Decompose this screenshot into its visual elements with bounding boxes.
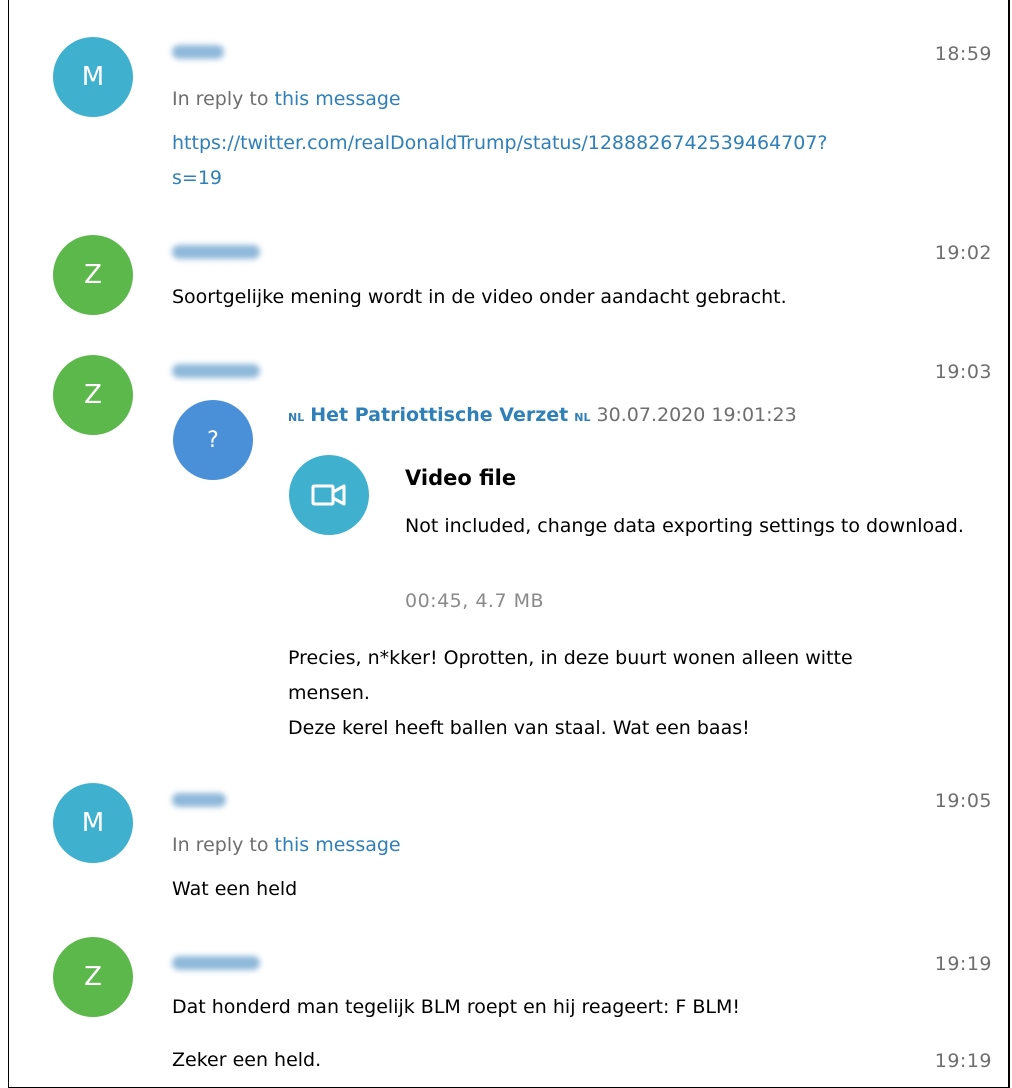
message-time: 18:59 — [934, 43, 992, 65]
video-camera-icon[interactable] — [289, 455, 369, 535]
media-description: Not included, change data exporting sett… — [405, 515, 964, 537]
flag-left: NL — [288, 411, 305, 424]
forwarded-channel-name[interactable]: Het Patriottische Verzet — [310, 404, 568, 426]
message-text: Soortgelijke mening wordt in de video on… — [172, 286, 787, 308]
reply-indicator: In reply to this message — [172, 88, 401, 110]
reply-link[interactable]: this message — [275, 834, 401, 856]
message-time: 19:19 — [934, 1050, 992, 1072]
message-link[interactable]: https://twitter.com/realDonaldTrump/stat… — [172, 126, 828, 196]
forwarded-text-line: mensen. — [288, 682, 370, 704]
avatar[interactable]: Z — [53, 355, 133, 435]
forwarded-from: NL Het Patriottische Verzet NL 30.07.202… — [288, 404, 797, 426]
message-time: 19:05 — [934, 790, 992, 812]
forwarded-text: Precies, n*kker! Oprotten, in deze buurt… — [288, 641, 853, 746]
flag-right: NL — [574, 411, 591, 424]
reply-indicator: In reply to this message — [172, 834, 401, 856]
avatar[interactable]: Z — [53, 937, 133, 1017]
sender-name-redacted — [172, 45, 224, 59]
avatar[interactable]: M — [53, 37, 133, 117]
message-time: 19:19 — [934, 953, 992, 975]
media-duration-size: 00:45, 4.7 MB — [405, 590, 545, 612]
message-time: 19:02 — [934, 242, 992, 264]
forwarded-date: 30.07.2020 19:01:23 — [596, 404, 797, 426]
forwarded-avatar[interactable]: ? — [173, 400, 253, 480]
sender-name-redacted — [172, 956, 260, 970]
media-title: Video file — [405, 466, 517, 490]
link-line-1: https://twitter.com/realDonaldTrump/stat… — [172, 132, 828, 154]
forwarded-text-line: Deze kerel heeft ballen van staal. Wat e… — [288, 717, 750, 739]
sender-name-redacted — [172, 245, 260, 259]
avatar[interactable]: M — [53, 783, 133, 863]
reply-link[interactable]: this message — [275, 88, 401, 110]
reply-prefix: In reply to — [172, 834, 269, 856]
link-line-2: s=19 — [172, 167, 222, 189]
sender-name-redacted — [172, 793, 226, 807]
message-time: 19:03 — [934, 361, 992, 383]
sender-name-redacted — [172, 364, 260, 378]
forwarded-text-line: Precies, n*kker! Oprotten, in deze buurt… — [288, 647, 853, 669]
message-text: Zeker een held. — [172, 1049, 322, 1071]
message-text: Dat honderd man tegelijk BLM roept en hi… — [172, 996, 740, 1018]
reply-prefix: In reply to — [172, 88, 269, 110]
message-text: Wat een held — [172, 878, 298, 900]
avatar[interactable]: Z — [53, 235, 133, 315]
